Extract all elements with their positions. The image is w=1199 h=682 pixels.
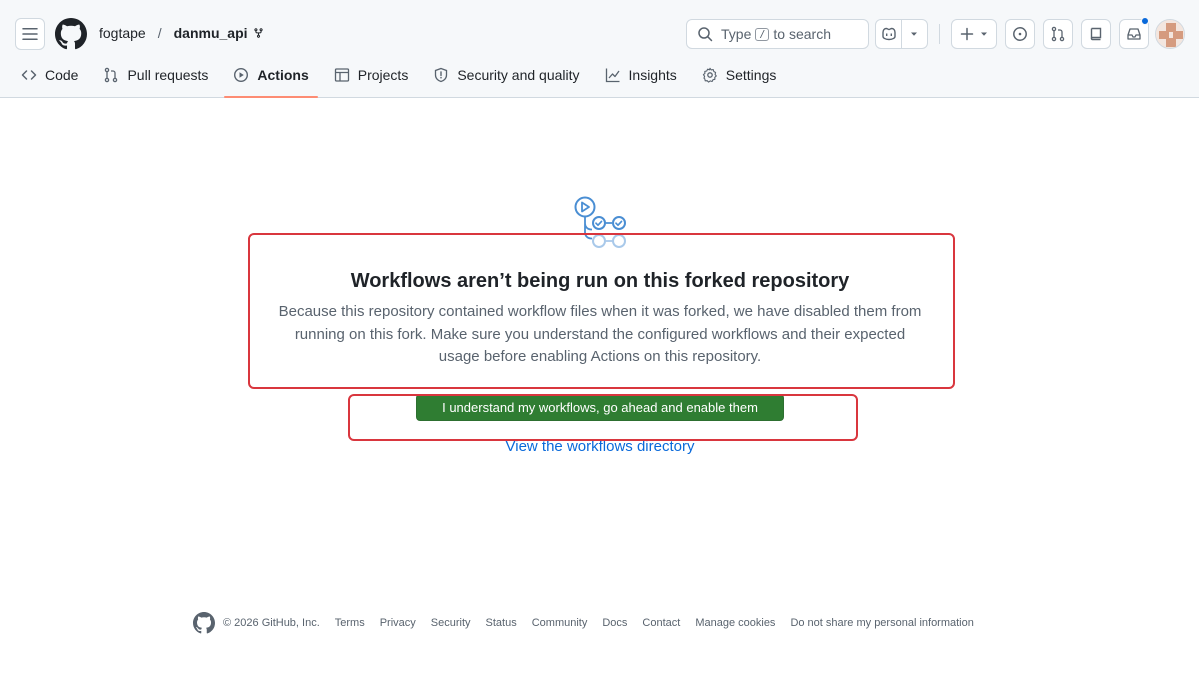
tab-label: Pull requests [127,67,209,83]
footer-link-contact[interactable]: Contact [642,617,680,629]
issues-button[interactable] [1005,19,1035,49]
view-workflows-directory-link[interactable]: View the workflows directory [400,438,800,455]
triangle-down-icon [980,32,987,36]
tab-pull-requests[interactable]: Pull requests [94,58,217,92]
footer-link-do-not-share[interactable]: Do not share my personal information [790,617,973,629]
breadcrumb: fogtape / danmu_api [99,25,264,41]
menu-button[interactable] [15,18,45,50]
pull-requests-button[interactable] [1043,19,1073,49]
footer-link-security[interactable]: Security [431,617,471,629]
gear-icon [702,67,717,83]
search-placeholder-prefix: Type [721,26,752,42]
tab-label: Insights [628,67,677,83]
github-mark-icon[interactable] [193,612,215,634]
git-pull-request-icon [1051,26,1065,42]
top-header: fogtape / danmu_api Type / to search Cod… [0,0,1199,98]
footer-link-privacy[interactable]: Privacy [380,617,416,629]
search-placeholder-suffix: to search [773,26,831,42]
fork-icon [253,28,263,38]
search-shortcut-key: / [755,27,770,41]
footer-link-manage-cookies[interactable]: Manage cookies [695,617,775,629]
tab-settings[interactable]: Settings [693,58,786,92]
tab-security[interactable]: Security and quality [424,58,588,92]
search-input[interactable]: Type / to search [686,19,869,49]
workflow-icon [574,196,626,248]
footer: © 2026 GitHub, Inc. Terms Privacy Securi… [193,612,989,634]
avatar[interactable] [1155,19,1185,49]
footer-copyright: © 2026 GitHub, Inc. [223,617,320,629]
tab-actions[interactable]: Actions [224,58,319,98]
tab-code[interactable]: Code [12,58,87,92]
inbox-icon [1127,28,1141,40]
tab-label: Security and quality [457,67,580,83]
issue-opened-icon [1013,27,1027,41]
tab-insights[interactable]: Insights [596,58,686,92]
hamburger-icon [22,28,38,40]
copilot-button-group [875,19,928,49]
page-title: Workflows aren’t being run on this forke… [350,270,850,292]
footer-link-docs[interactable]: Docs [602,617,627,629]
search-icon [698,27,713,42]
unread-notification-dot [1141,17,1149,25]
plus-icon [960,27,973,41]
breadcrumb-separator: / [157,25,162,41]
copilot-icon [881,27,896,41]
repositories-button[interactable] [1081,19,1111,49]
footer-link-status[interactable]: Status [486,617,517,629]
copilot-dropdown-button[interactable] [902,20,927,48]
repo-name-link[interactable]: danmu_api [174,25,248,41]
repo-owner-link[interactable]: fogtape [99,25,146,41]
git-pull-request-icon [105,67,118,83]
footer-link-terms[interactable]: Terms [335,617,365,629]
page-description: Because this repository contained workfl… [278,303,922,365]
tab-label: Settings [725,67,777,83]
tab-label: Actions [257,67,309,83]
table-icon [334,68,349,82]
repo-icon [1090,27,1102,41]
enable-workflows-button[interactable]: I understand my workflows, go ahead and … [416,394,784,421]
triangle-down-icon [911,32,918,36]
header-divider [939,24,940,44]
repo-tabs: Code Pull requests Actions Projects Secu… [12,58,792,98]
graph-icon [605,68,620,83]
footer-link-community[interactable]: Community [532,617,588,629]
create-new-button[interactable] [951,19,997,49]
identicon-icon [1156,20,1184,48]
tab-label: Code [45,67,79,83]
shield-icon [435,67,448,83]
code-icon [21,70,37,80]
copilot-button[interactable] [876,20,901,48]
tab-label: Projects [357,67,409,83]
github-logo-icon[interactable] [55,18,87,50]
tab-projects[interactable]: Projects [325,58,418,92]
play-icon [234,67,249,83]
